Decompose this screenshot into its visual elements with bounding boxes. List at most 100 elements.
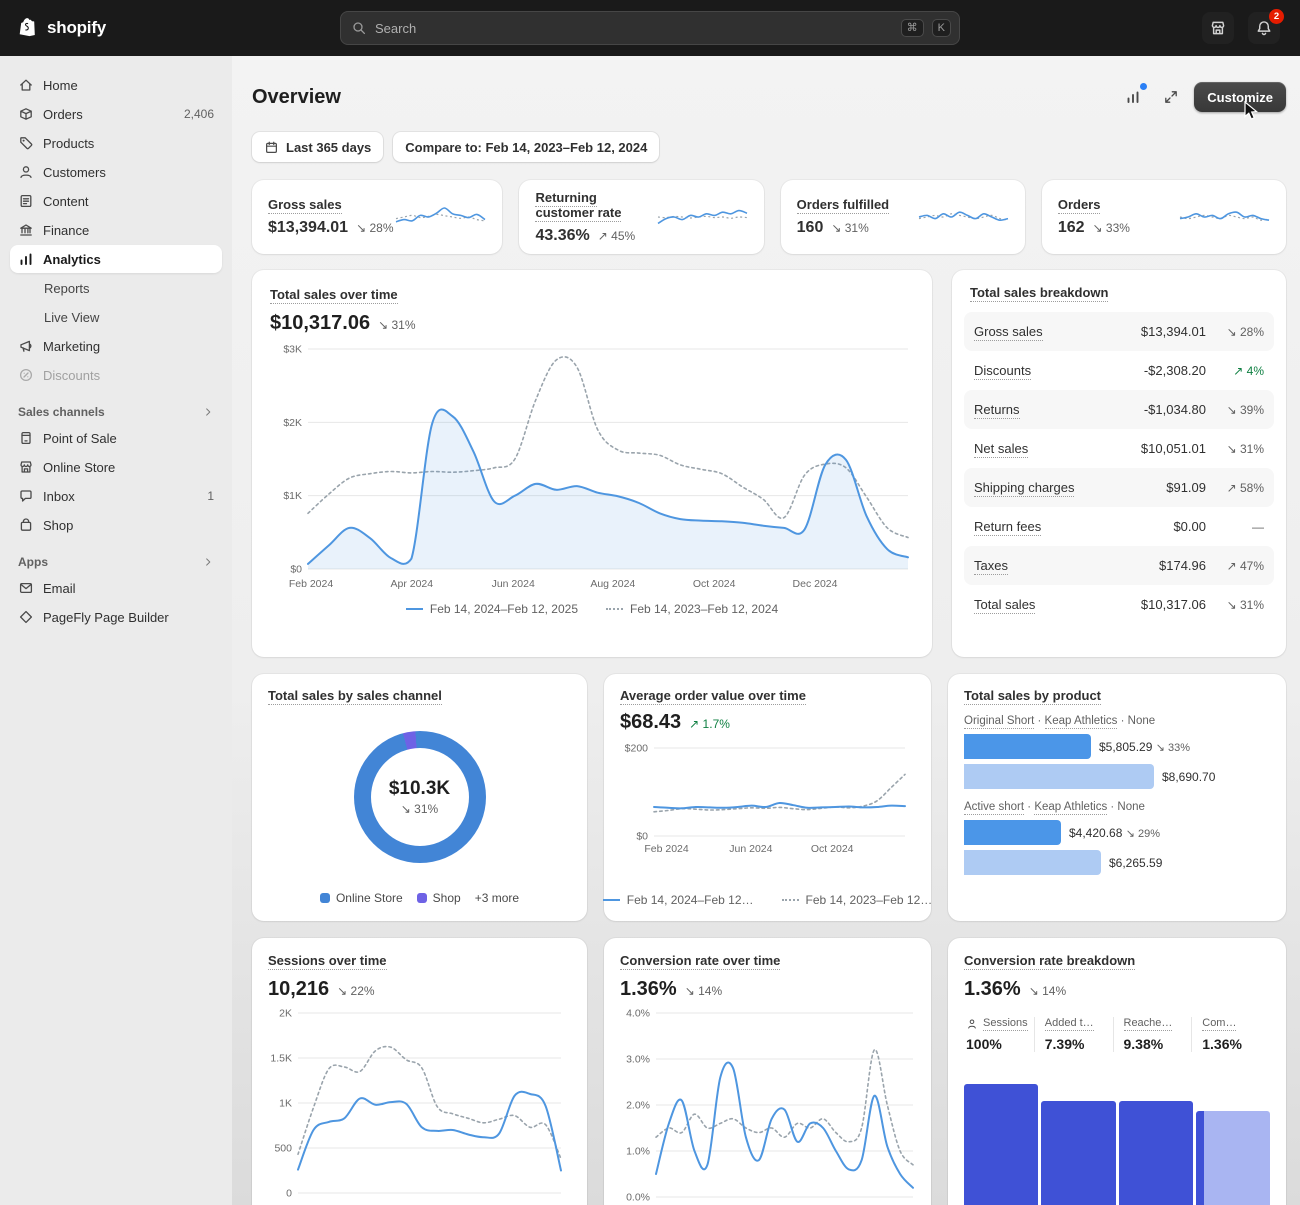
- metric-title[interactable]: Gross sales: [268, 197, 393, 212]
- breakdown-row-returns: Returns-$1,034.80↘ 39%: [964, 390, 1274, 429]
- metric-title[interactable]: Average order value over time: [620, 688, 915, 703]
- insights-notification-dot: [1140, 83, 1147, 90]
- sidebar-item-live-view[interactable]: Live View: [10, 303, 222, 331]
- product-bar-value: $5,805.29 ↘ 33%: [1099, 740, 1190, 754]
- sidebar-item-label: Inbox: [43, 489, 198, 504]
- funnel-step-added-t: Added t…7.39%: [1034, 1017, 1113, 1052]
- sidebar-item-finance[interactable]: Finance: [10, 216, 222, 244]
- breakdown-change: ↗ 4%: [1206, 364, 1264, 378]
- product-bar[interactable]: [964, 734, 1091, 759]
- breakdown-label[interactable]: Gross sales: [974, 324, 1141, 339]
- mouse-cursor: [1244, 101, 1260, 121]
- kpi-card-orders: Orders162↘ 33%: [1042, 180, 1286, 254]
- conversion-rate-card: Conversion rate over time 1.36% ↘ 14% 4.…: [604, 938, 931, 1205]
- breakdown-label[interactable]: Total sales: [974, 597, 1141, 612]
- metric-title[interactable]: Conversion rate breakdown: [964, 953, 1135, 970]
- metric-title[interactable]: Orders: [1058, 197, 1130, 212]
- sidebar-item-inbox[interactable]: Inbox 1: [10, 482, 222, 510]
- customize-button[interactable]: Customize: [1194, 82, 1286, 112]
- product-bar[interactable]: [964, 820, 1061, 845]
- sidebar-item-content[interactable]: Content: [10, 187, 222, 215]
- header-actions: Customize: [1118, 82, 1286, 112]
- funnel-change: ↘ 14%: [1029, 984, 1066, 998]
- metric-title[interactable]: Total sales breakdown: [964, 285, 1114, 300]
- sparkline-chart: [916, 198, 1011, 236]
- breakdown-change: ↗ 47%: [1206, 559, 1264, 573]
- sidebar-section-apps[interactable]: Apps: [18, 555, 214, 569]
- sidebar-item-reports[interactable]: Reports: [10, 274, 222, 302]
- funnel-bar-added-t[interactable]: [1041, 1101, 1115, 1205]
- date-range-chip[interactable]: Last 365 days: [252, 132, 383, 162]
- sidebar-item-analytics[interactable]: Analytics: [10, 245, 222, 273]
- funnel-chart: [964, 1068, 1270, 1205]
- funnel-step-value: 1.36%: [1202, 1036, 1260, 1052]
- sidebar-item-online-store[interactable]: Online Store: [10, 453, 222, 481]
- notifications-button[interactable]: 2: [1248, 12, 1280, 44]
- svg-text:Oct 2024: Oct 2024: [811, 843, 854, 855]
- metric-title[interactable]: Returning customer rate: [535, 190, 654, 220]
- products-icon: [18, 135, 34, 151]
- sidebar-item-shop[interactable]: Shop: [10, 511, 222, 539]
- breakdown-label[interactable]: Taxes: [974, 558, 1159, 573]
- compare-chip[interactable]: Compare to: Feb 14, 2023–Feb 12, 2024: [393, 132, 659, 162]
- sidebar-item-badge: 1: [207, 489, 214, 503]
- metric-title[interactable]: Orders fulfilled: [797, 197, 889, 212]
- sidebar-section-sales-channels[interactable]: Sales channels: [18, 405, 214, 419]
- insights-button[interactable]: [1118, 82, 1148, 112]
- sidebar-item-customers[interactable]: Customers: [10, 158, 222, 186]
- sidebar-item-pagefly-page-builder[interactable]: PageFly Page Builder: [10, 603, 222, 631]
- fullscreen-button[interactable]: [1156, 82, 1186, 112]
- breakdown-row-net-sales: Net sales$10,051.01↘ 31%: [964, 429, 1274, 468]
- product-bar[interactable]: [964, 764, 1154, 789]
- sidebar-item-label: Home: [43, 78, 214, 93]
- sidebar-item-marketing[interactable]: Marketing: [10, 332, 222, 360]
- metric-title[interactable]: Total sales by sales channel: [268, 688, 571, 703]
- metric-title[interactable]: Sessions over time: [268, 953, 387, 970]
- store-switcher-button[interactable]: [1202, 12, 1234, 44]
- brand-wordmark: shopify: [47, 18, 106, 38]
- product-bar[interactable]: [964, 850, 1101, 875]
- marketing-icon: [18, 338, 34, 354]
- sidebar-item-home[interactable]: Home: [10, 71, 222, 99]
- sidebar-item-email[interactable]: Email: [10, 574, 222, 602]
- expand-icon: [1163, 89, 1179, 105]
- funnel-bar-reache[interactable]: [1119, 1101, 1193, 1205]
- breakdown-label[interactable]: Return fees: [974, 519, 1173, 534]
- breakdown-label[interactable]: Discounts: [974, 363, 1144, 378]
- funnel-bar-com[interactable]: [1196, 1111, 1270, 1205]
- avg-order-value-card: Average order value over time $68.43 ↗ 1…: [604, 674, 931, 921]
- legend-item: Feb 14, 2023–Feb 12, 2024: [606, 602, 778, 616]
- svg-text:Jun 2024: Jun 2024: [729, 843, 772, 855]
- sessions-change: ↘ 22%: [337, 984, 374, 998]
- home-icon: [18, 77, 34, 93]
- metric-title[interactable]: Total sales over time: [270, 287, 398, 304]
- breakdown-label[interactable]: Net sales: [974, 441, 1141, 456]
- k-key-hint: K: [932, 19, 951, 37]
- email-icon: [18, 580, 34, 596]
- sidebar-item-label: Products: [43, 136, 214, 151]
- metric-title[interactable]: Total sales by product: [964, 688, 1270, 703]
- channel-donut-chart[interactable]: $10.3K ↘ 31%: [354, 731, 486, 863]
- sidebar-item-point-of-sale[interactable]: Point of Sale: [10, 424, 222, 452]
- svg-text:Feb 2024: Feb 2024: [644, 843, 689, 855]
- metric-title[interactable]: Conversion rate over time: [620, 953, 780, 970]
- funnel-step-sessions: Sessions100%: [964, 1017, 1034, 1052]
- sidebar: Home Orders2,406 Products CustomersContentF…: [0, 56, 232, 1205]
- sidebar-item-orders[interactable]: Orders2,406: [10, 100, 222, 128]
- kpi-value: $13,394.01: [268, 219, 348, 237]
- sidebar-item-label: PageFly Page Builder: [43, 610, 214, 625]
- svg-text:1K: 1K: [279, 1098, 292, 1110]
- sidebar-item-products[interactable]: Products: [10, 129, 222, 157]
- svg-text:Jun 2024: Jun 2024: [492, 578, 535, 590]
- customers-icon: [18, 164, 34, 180]
- shopify-logo[interactable]: shopify: [0, 16, 106, 40]
- kpi-value: 162: [1058, 219, 1085, 237]
- svg-text:1.0%: 1.0%: [626, 1146, 650, 1158]
- global-search-input[interactable]: Search ⌘ K: [340, 11, 960, 45]
- breakdown-label[interactable]: Shipping charges: [974, 480, 1166, 495]
- pos-icon: [18, 430, 34, 446]
- funnel-bar-sessions[interactable]: [964, 1084, 1038, 1205]
- breakdown-value: $174.96: [1159, 558, 1206, 573]
- chart-legend: Feb 14, 2024–Feb 12, 2025Feb 14, 2023–Fe…: [270, 602, 914, 616]
- breakdown-label[interactable]: Returns: [974, 402, 1144, 417]
